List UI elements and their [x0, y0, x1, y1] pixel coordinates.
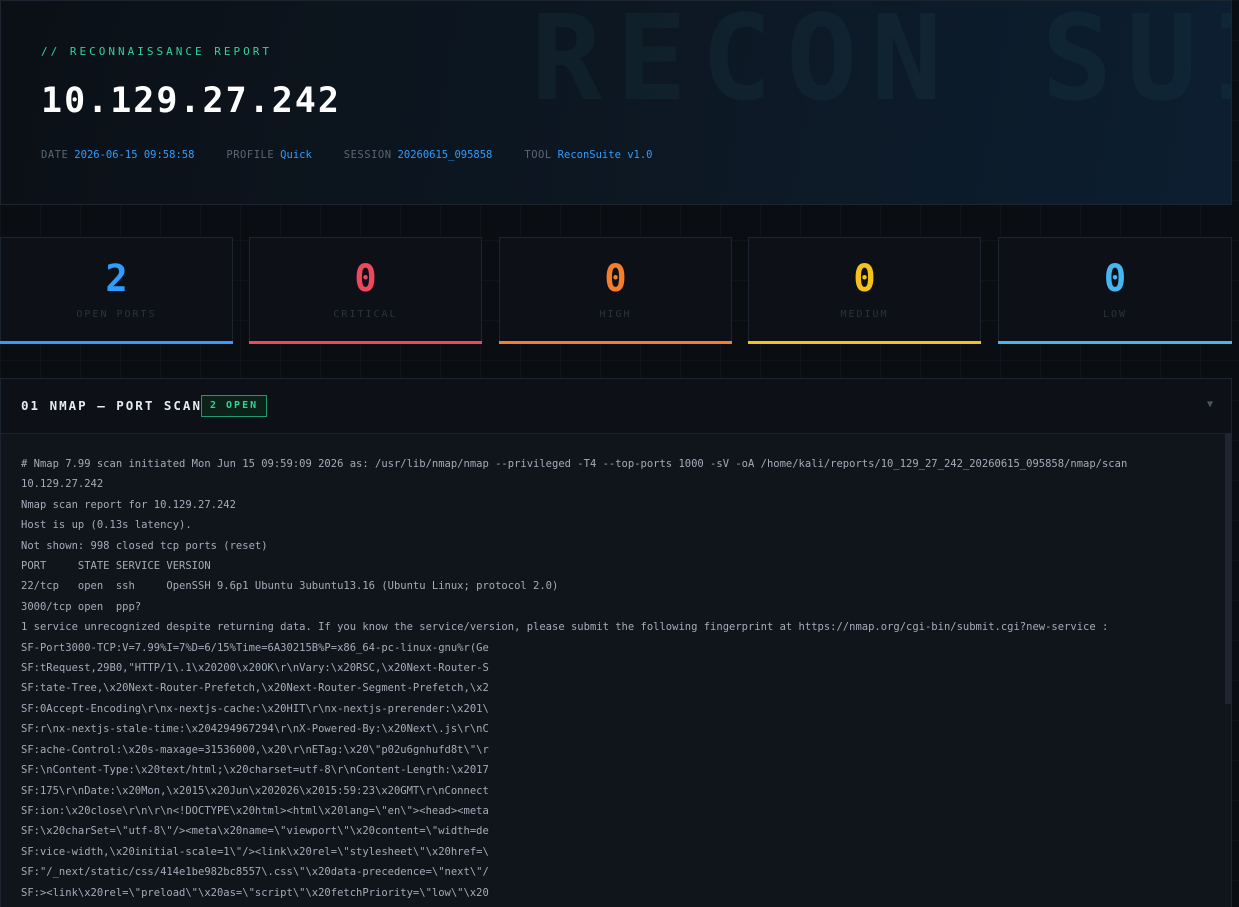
chevron-down-icon[interactable]: ▼	[1207, 399, 1213, 410]
nmap-section: 01 NMAP — PORT SCAN 2 OPEN ▼ # Nmap 7.99…	[0, 378, 1232, 907]
report-meta: DATE 2026-06-15 09:58:58 PROFILE Quick SES…	[41, 149, 653, 161]
output-line: SF:vice-width,\x20initial-scale=1\"/><li…	[21, 845, 489, 858]
output-line: SF:tate-Tree,\x20Next-Router-Prefetch,\x…	[21, 682, 489, 695]
card-critical: 0 CRITICAL	[249, 237, 482, 344]
nmap-output: # Nmap 7.99 scan initiated Mon Jun 15 09…	[1, 434, 1231, 907]
meta-tool: TOOL ReconSuite v1.0	[524, 149, 653, 161]
card-medium: 0 MEDIUM	[748, 237, 981, 344]
card-accent-bar	[0, 341, 233, 344]
card-label: HIGH	[599, 309, 632, 320]
output-line: 22/tcp open ssh OpenSSH 9.6p1 Ubuntu 3ub…	[21, 580, 559, 593]
watermark-title: RECON SUITE	[531, 0, 1231, 127]
output-line: SF-Port3000-TCP:V=7.99%I=7%D=6/15%Time=6…	[21, 641, 489, 654]
card-high: 0 HIGH	[499, 237, 732, 344]
card-accent-bar	[748, 341, 981, 344]
card-label: OPEN PORTS	[76, 309, 157, 320]
output-line: SF:ion:\x20close\r\n\r\n<!DOCTYPE\x20htm…	[21, 804, 489, 817]
output-line: Not shown: 998 closed tcp ports (reset)	[21, 539, 268, 552]
card-label: CRITICAL	[333, 309, 398, 320]
output-line: PORT STATE SERVICE VERSION	[21, 560, 211, 573]
output-line: 1 service unrecognized despite returning…	[21, 621, 1109, 634]
output-line: SF:><link\x20rel=\"preload\"\x20as=\"scr…	[21, 886, 489, 899]
output-line: SF:"/_next/static/css/414e1be982bc8557\.…	[21, 866, 489, 879]
output-line: 10.129.27.242	[21, 478, 104, 491]
meta-date: DATE 2026-06-15 09:58:58	[41, 149, 195, 161]
output-line: SF:tRequest,29B0,"HTTP/1\.1\x20200\x20OK…	[21, 662, 489, 675]
section-title: 01 NMAP — PORT SCAN	[21, 398, 202, 413]
output-line: SF:ache-Control:\x20s-maxage=31536000,\x…	[21, 743, 489, 756]
card-accent-bar	[249, 341, 482, 344]
card-value: 0	[853, 257, 876, 300]
card-accent-bar	[499, 341, 732, 344]
card-accent-bar	[998, 341, 1232, 344]
card-open-ports: 2 OPEN PORTS	[0, 237, 233, 344]
target-ip: 10.129.27.242	[41, 81, 341, 121]
meta-session: SESSION 20260615_095858	[343, 149, 493, 161]
output-line: SF:\x20charSet=\"utf-8\"/><meta\x20name=…	[21, 825, 489, 838]
output-line: Host is up (0.13s latency).	[21, 519, 192, 532]
output-line: 3000/tcp open ppp?	[21, 600, 142, 613]
meta-profile: PROFILE Quick	[226, 149, 312, 161]
nmap-section-header[interactable]: 01 NMAP — PORT SCAN 2 OPEN ▼	[1, 379, 1231, 434]
open-count-badge: 2 OPEN	[201, 395, 268, 417]
output-line: SF:r\nx-nextjs-stale-time:\x204294967294…	[21, 723, 489, 736]
card-value: 2	[105, 257, 128, 300]
card-value: 0	[604, 257, 627, 300]
output-line: # Nmap 7.99 scan initiated Mon Jun 15 09…	[21, 458, 1128, 470]
output-scrollbar[interactable]	[1225, 434, 1231, 704]
card-low: 0 LOW	[998, 237, 1232, 344]
output-line: SF:\nContent-Type:\x20text/html;\x20char…	[21, 764, 489, 777]
report-header: RECON SUITE // RECONNAISSANCE REPORT 10.…	[0, 0, 1232, 205]
card-value: 0	[354, 257, 377, 300]
report-eyebrow: // RECONNAISSANCE REPORT	[41, 45, 272, 58]
card-label: LOW	[1102, 309, 1128, 320]
card-value: 0	[1103, 257, 1127, 300]
output-line: Nmap scan report for 10.129.27.242	[21, 498, 236, 511]
card-label: MEDIUM	[840, 309, 889, 320]
output-line: SF:175\r\nDate:\x20Mon,\x2015\x20Jun\x20…	[21, 784, 489, 797]
output-line: SF:0Accept-Encoding\r\nx-nextjs-cache:\x…	[21, 702, 489, 715]
